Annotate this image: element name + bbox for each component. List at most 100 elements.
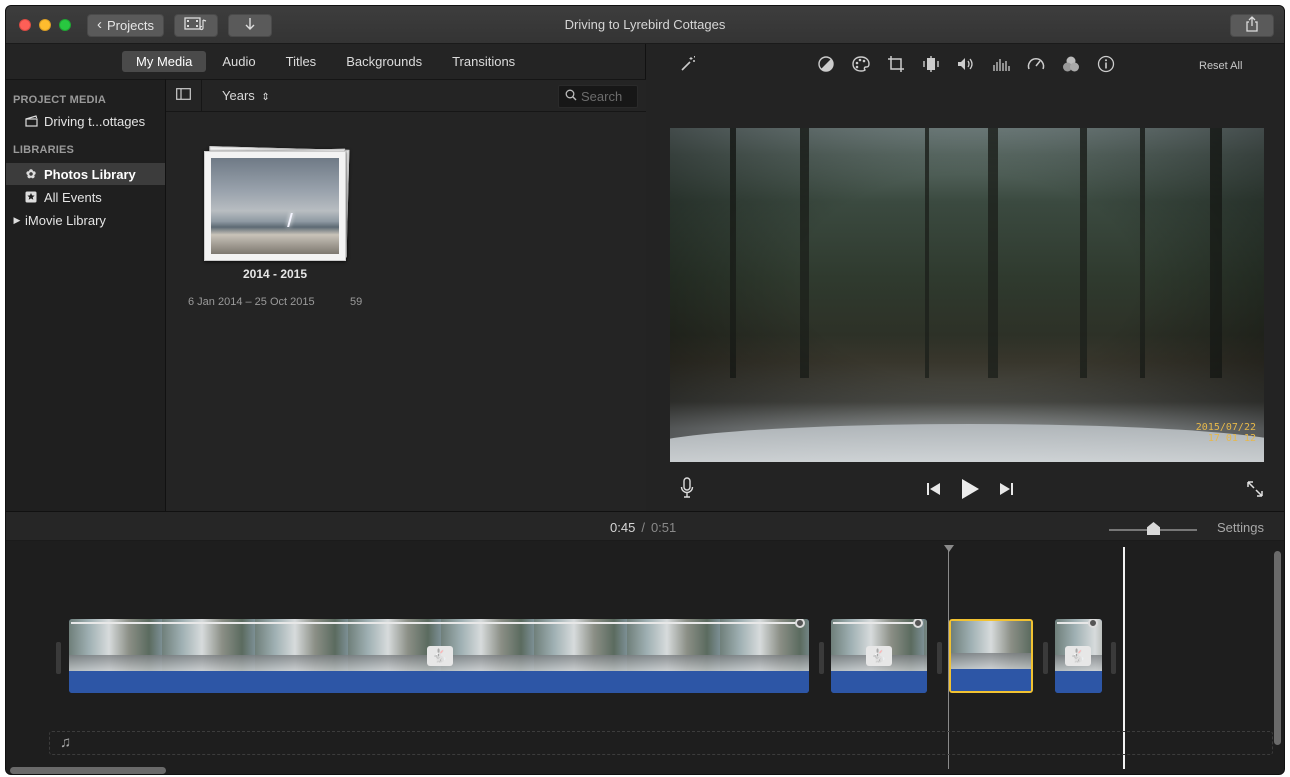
magic-wand-icon[interactable]	[677, 53, 699, 75]
timeline-clip-3-selected[interactable]	[949, 619, 1033, 693]
crop-icon[interactable]	[885, 53, 907, 75]
timeline-header: 0:45 / 0:51 Settings	[6, 511, 1284, 541]
video-timestamp: 2015/07/22 17 01 12	[1196, 422, 1256, 444]
clip-volume-line[interactable]	[1057, 622, 1090, 624]
clip-edge-handle[interactable]	[937, 642, 942, 674]
search-placeholder: Search	[581, 89, 623, 104]
speed-icon[interactable]	[1025, 53, 1047, 75]
playhead-marker[interactable]	[944, 545, 954, 552]
equalizer-icon[interactable]	[990, 53, 1012, 75]
disclosure-triangle-icon[interactable]: ▶	[12, 215, 22, 226]
share-button[interactable]	[1230, 14, 1274, 37]
skip-forward-button[interactable]	[995, 481, 1017, 501]
browser-toolbar: Years ⇕ Search	[166, 80, 646, 112]
total-time: 0:51	[650, 520, 677, 535]
search-icon	[565, 89, 577, 104]
time-separator: /	[641, 520, 645, 535]
sidebar-toggle-button[interactable]	[166, 80, 202, 111]
timeline-clip-4[interactable]: 🐇	[1055, 619, 1102, 693]
video-vignette	[670, 128, 1264, 462]
tab-audio[interactable]: Audio	[208, 51, 269, 72]
tab-my-media[interactable]: My Media	[122, 51, 207, 72]
info-icon[interactable]	[1095, 53, 1117, 75]
sidebar-item-imovie-library[interactable]: ▶ iMovie Library	[6, 209, 165, 231]
grouping-label: Years	[222, 88, 255, 103]
volume-icon[interactable]	[955, 53, 977, 75]
sidebar-item-label: All Events	[44, 189, 102, 205]
viewer: Reset All 2015/07/22 17 01 12	[647, 44, 1284, 511]
sidebar-item-project[interactable]: Driving t...ottages	[6, 110, 165, 132]
clip-edge-handle[interactable]	[1043, 642, 1048, 674]
car-bonnet	[670, 424, 1264, 462]
clip-edge-handle[interactable]	[1111, 642, 1116, 674]
vertical-scrollbar[interactable]	[1274, 551, 1281, 745]
sidebar-item-label: iMovie Library	[25, 212, 106, 228]
play-button[interactable]	[958, 478, 982, 504]
share-icon	[1245, 16, 1259, 35]
event-thumbnail[interactable]: 2014 - 2015	[200, 146, 350, 281]
tab-transitions[interactable]: Transitions	[438, 51, 529, 72]
play-icon	[960, 478, 980, 505]
sidebar-item-photos-library[interactable]: ✿ Photos Library	[6, 163, 165, 185]
reset-all-button[interactable]: Reset All	[1199, 60, 1242, 72]
skip-forward-icon	[998, 482, 1014, 501]
timeline-clip-2[interactable]: 🐇	[831, 619, 927, 693]
voiceover-button[interactable]	[677, 476, 697, 504]
timeline: 🐇 🐇 🐇 ♫	[6, 541, 1284, 774]
tab-titles[interactable]: Titles	[272, 51, 331, 72]
event-title: 2014 - 2015	[242, 267, 308, 281]
current-time: 0:45	[610, 520, 636, 535]
horizontal-scrollbar[interactable]	[10, 767, 166, 774]
clip-audio-waveform	[69, 671, 809, 693]
storm-photo-image	[211, 158, 339, 254]
microphone-icon	[680, 476, 694, 504]
clip-filter-icon[interactable]	[1060, 53, 1082, 75]
clip-volume-line[interactable]	[71, 622, 797, 624]
sidebar-item-label: Driving t...ottages	[44, 113, 146, 129]
clip-volume-line[interactable]	[833, 622, 915, 624]
music-note-icon: ♫	[60, 734, 72, 751]
fast-speed-rabbit-icon: 🐇	[866, 646, 892, 666]
timestamp-time: 17 01 12	[1207, 433, 1256, 444]
clip-audio-waveform	[1055, 671, 1102, 693]
event-item-count: 59	[350, 296, 363, 308]
color-balance-icon[interactable]	[815, 53, 837, 75]
clip-filmstrip-road	[951, 653, 1031, 669]
clip-audio-waveform	[831, 671, 927, 693]
skip-back-button[interactable]	[923, 481, 945, 501]
video-preview[interactable]: 2015/07/22 17 01 12	[670, 128, 1264, 462]
photo-stack	[200, 146, 350, 261]
window-title: Driving to Lyrebird Cottages	[564, 17, 726, 32]
sidebar-toggle-icon	[176, 87, 191, 105]
color-correction-icon[interactable]	[850, 53, 872, 75]
tab-backgrounds[interactable]: Backgrounds	[332, 51, 436, 72]
timecode: 0:45 / 0:51	[610, 520, 676, 535]
search-field[interactable]: Search	[558, 85, 638, 108]
media-tabs: My Media Audio Titles Backgrounds Transi…	[6, 44, 646, 79]
sidebar-item-label: Photos Library	[44, 166, 136, 182]
title-bar: ‹ Projects Driving to Lyrebird Cottages	[6, 6, 1284, 44]
clip-edge-handle[interactable]	[819, 642, 824, 674]
zoom-slider-knob[interactable]	[1147, 522, 1160, 535]
fullscreen-button[interactable]	[1244, 480, 1266, 502]
skip-back-icon	[926, 482, 942, 501]
project-media-heading: PROJECT MEDIA	[13, 94, 107, 106]
media-browser: My Media Audio Titles Backgrounds Transi…	[6, 44, 646, 511]
libraries-sidebar: PROJECT MEDIA Driving t...ottages LIBRAR…	[6, 79, 166, 511]
timeline-clip-1[interactable]: 🐇	[69, 619, 809, 693]
lightning-bolt	[287, 213, 293, 227]
timestamp-date: 2015/07/22	[1195, 422, 1256, 433]
up-down-chevron-icon: ⇕	[261, 92, 270, 103]
adjustments-bar: Reset All	[647, 44, 1284, 84]
background-music-well[interactable]: ♫	[49, 731, 1273, 755]
browser-content: Years ⇕ Search 2014 - 2015 6 Jan 2014 – …	[166, 79, 646, 511]
event-date-range: 6 Jan 2014 – 25 Oct 2015	[188, 296, 315, 308]
star-icon	[24, 191, 38, 203]
stabilization-icon[interactable]	[920, 53, 942, 75]
grouping-popup[interactable]: Years ⇕	[222, 88, 270, 103]
settings-button[interactable]: Settings	[1217, 520, 1264, 535]
event-cover-photo	[204, 151, 346, 261]
sidebar-item-all-events[interactable]: All Events	[6, 186, 165, 208]
libraries-heading: LIBRARIES	[13, 144, 75, 156]
clip-edge-handle[interactable]	[56, 642, 61, 674]
